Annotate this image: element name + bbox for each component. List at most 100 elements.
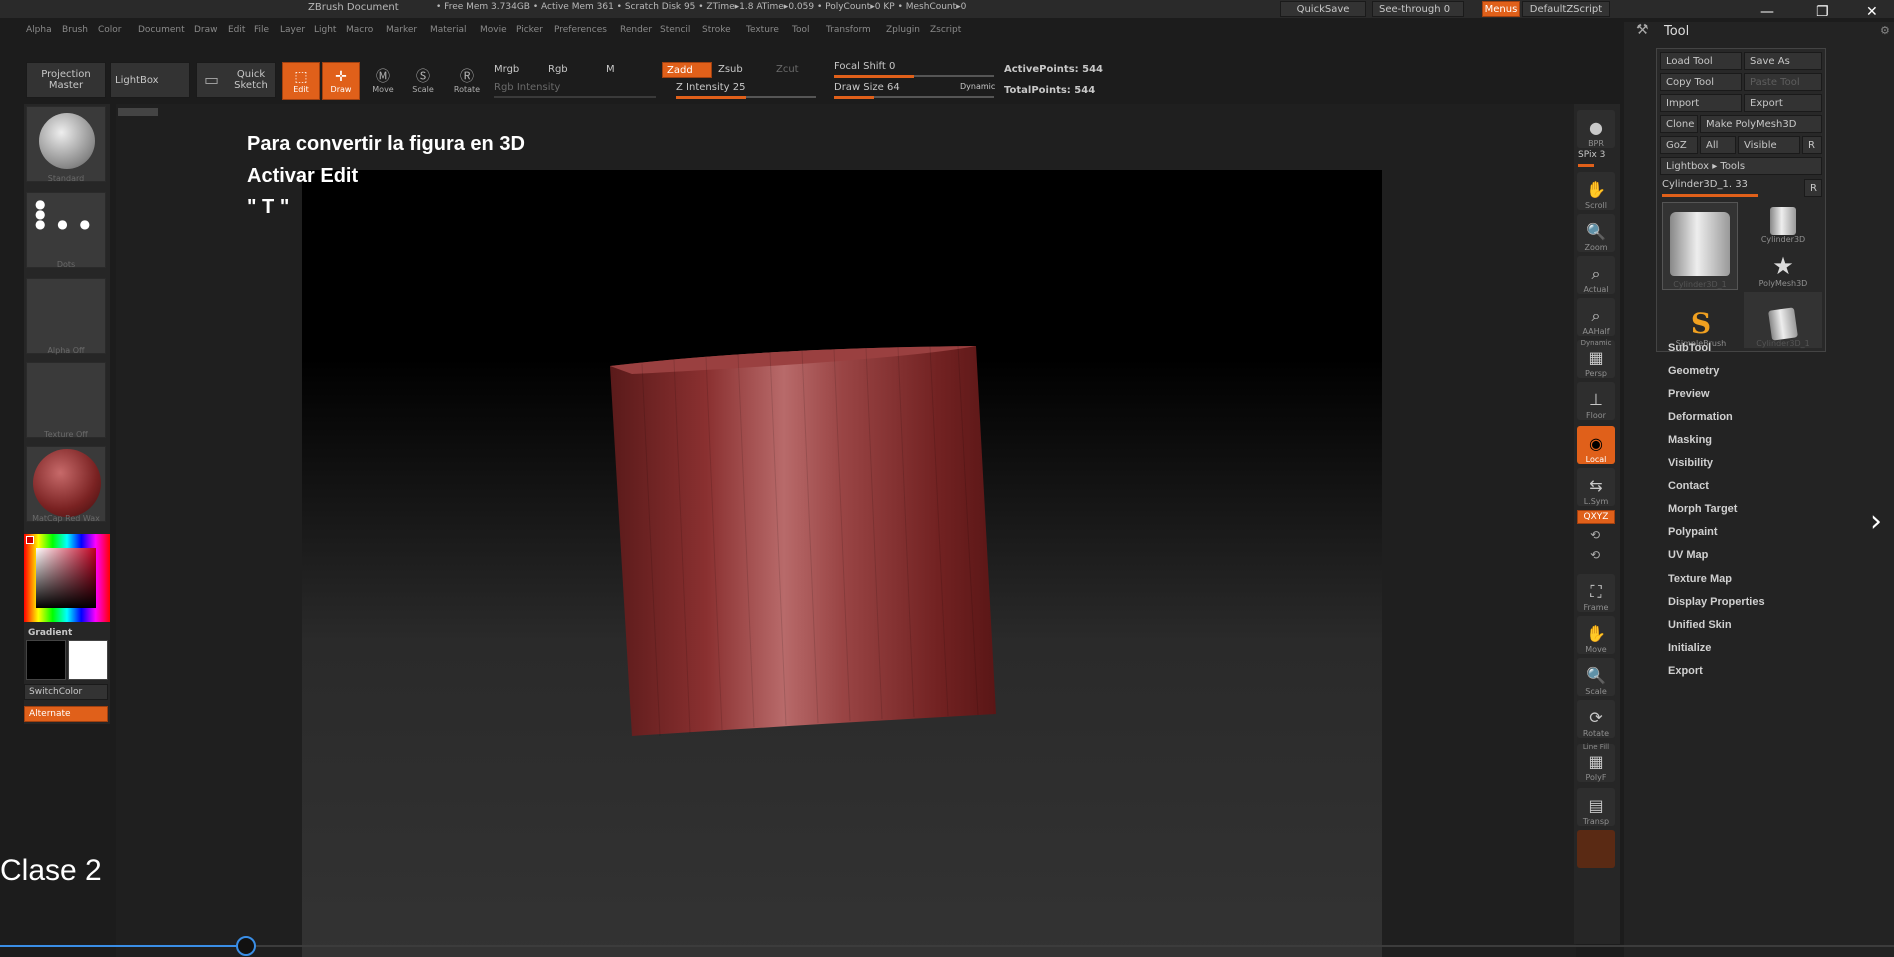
clone-button[interactable]: Clone xyxy=(1660,115,1698,133)
menu-color[interactable]: Color xyxy=(98,25,122,35)
qxyz-toggle[interactable]: QXYZ xyxy=(1577,510,1615,524)
spix-slider[interactable]: SPix 3 xyxy=(1578,150,1605,160)
section-subtool[interactable]: SubTool xyxy=(1668,342,1711,354)
focal-shift-slider[interactable]: Focal Shift 0 xyxy=(834,61,895,72)
zsub-toggle[interactable]: Zsub xyxy=(718,64,743,75)
material-thumbnail[interactable]: MatCap Red Wax xyxy=(26,446,106,523)
menu-layer[interactable]: Layer xyxy=(280,25,305,35)
menu-stencil[interactable]: Stencil xyxy=(660,25,690,35)
tool-thumb-cylinder-current[interactable]: Cylinder3D_1 xyxy=(1662,202,1738,290)
rotate-button[interactable]: Ⓡ Rotate xyxy=(448,62,486,100)
current-tool-r-button[interactable]: R xyxy=(1804,179,1822,197)
close-icon[interactable]: ✕ xyxy=(1866,4,1878,20)
projection-master-button[interactable]: Projection Master xyxy=(26,62,106,98)
menu-preferences[interactable]: Preferences xyxy=(554,25,607,35)
cylinder-3d-mesh[interactable] xyxy=(610,345,996,737)
goz-visible-button[interactable]: Visible xyxy=(1738,136,1800,154)
lightbox-button[interactable]: LightBox xyxy=(110,62,190,98)
m-toggle[interactable]: M xyxy=(606,64,615,75)
quicksave-button[interactable]: QuickSave xyxy=(1280,1,1366,17)
menu-stroke[interactable]: Stroke xyxy=(702,25,731,35)
copy-tool-button[interactable]: Copy Tool xyxy=(1660,73,1742,91)
section-geometry[interactable]: Geometry xyxy=(1668,365,1719,377)
bpr-button[interactable]: ● BPR xyxy=(1577,110,1615,148)
alpha-thumbnail[interactable]: Alpha Off xyxy=(26,278,106,355)
rotate-z-icon[interactable]: ⟲ xyxy=(1590,548,1600,562)
rgb-toggle[interactable]: Rgb xyxy=(548,64,568,75)
goz-r-button[interactable]: R xyxy=(1802,136,1822,154)
tool-thumb-cylinder3d[interactable]: Cylinder3D xyxy=(1744,202,1822,244)
rotate-view-button[interactable]: ⟳ Rotate xyxy=(1577,700,1615,738)
gradient-label[interactable]: Gradient xyxy=(28,628,72,638)
palette-settings-icon[interactable]: ⚙ xyxy=(1880,24,1890,37)
restore-icon[interactable]: ❐ xyxy=(1816,4,1829,20)
zcut-toggle[interactable]: Zcut xyxy=(776,64,799,75)
floor-button[interactable]: ⊥ Floor xyxy=(1577,382,1615,420)
import-button[interactable]: Import xyxy=(1660,94,1742,112)
section-display-properties[interactable]: Display Properties xyxy=(1668,596,1765,608)
video-progress-track[interactable] xyxy=(0,945,1894,947)
draw-size-slider[interactable]: Draw Size 64 xyxy=(834,82,900,93)
section-morph-target[interactable]: Morph Target xyxy=(1668,503,1737,515)
rotate-y-icon[interactable]: ⟲ xyxy=(1590,528,1600,542)
section-visibility[interactable]: Visibility xyxy=(1668,457,1713,469)
next-chevron-icon[interactable]: › xyxy=(1870,504,1882,539)
section-uv-map[interactable]: UV Map xyxy=(1668,549,1708,561)
section-masking[interactable]: Masking xyxy=(1668,434,1712,446)
rgb-intensity-slider[interactable]: Rgb Intensity xyxy=(494,82,560,93)
color-picker[interactable] xyxy=(24,534,110,622)
scroll-button[interactable]: ✋ Scroll xyxy=(1577,172,1615,210)
tool-thumb-cylinder-small[interactable]: Cylinder3D_1 xyxy=(1744,292,1822,348)
lsym-button[interactable]: ⇆ L.Sym xyxy=(1577,468,1615,506)
transp-button[interactable]: ▤ Transp xyxy=(1577,788,1615,826)
paste-tool-button[interactable]: Paste Tool xyxy=(1744,73,1822,91)
color-picker-square[interactable] xyxy=(36,548,96,608)
draw-button[interactable]: ✛ Draw xyxy=(322,62,360,100)
menu-render[interactable]: Render xyxy=(620,25,652,35)
viewport-canvas[interactable] xyxy=(302,170,1382,957)
section-polypaint[interactable]: Polypaint xyxy=(1668,526,1718,538)
tool-palette-title[interactable]: Tool xyxy=(1664,24,1689,39)
main-color-swatch[interactable] xyxy=(26,640,66,680)
menus-button[interactable]: Menus xyxy=(1482,1,1520,17)
menu-marker[interactable]: Marker xyxy=(386,25,417,35)
menu-alpha[interactable]: Alpha xyxy=(26,25,52,35)
switchcolor-button[interactable]: SwitchColor xyxy=(24,684,108,700)
aahalf-button[interactable]: ⌕ AAHalf xyxy=(1577,298,1615,336)
export-button[interactable]: Export xyxy=(1744,94,1822,112)
default-zscript-button[interactable]: DefaultZScript xyxy=(1522,1,1610,17)
menu-document[interactable]: Document xyxy=(138,25,185,35)
move-button[interactable]: Ⓜ Move xyxy=(364,62,402,100)
edit-button[interactable]: ⬚ Edit xyxy=(282,62,320,100)
ghost-button[interactable] xyxy=(1577,830,1615,868)
dynamic-toggle[interactable]: Dynamic xyxy=(960,82,995,91)
menu-zscript[interactable]: Zscript xyxy=(930,25,961,35)
section-initialize[interactable]: Initialize xyxy=(1668,642,1711,654)
zadd-toggle[interactable]: Zadd xyxy=(662,62,712,78)
menu-texture[interactable]: Texture xyxy=(746,25,779,35)
menu-light[interactable]: Light xyxy=(314,25,336,35)
zoom-button[interactable]: 🔍 Zoom xyxy=(1577,214,1615,252)
load-tool-button[interactable]: Load Tool xyxy=(1660,52,1742,70)
menu-transform[interactable]: Transform xyxy=(826,25,871,35)
mrgb-toggle[interactable]: Mrgb xyxy=(494,64,519,75)
menu-macro[interactable]: Macro xyxy=(346,25,373,35)
menu-zplugin[interactable]: Zplugin xyxy=(886,25,920,35)
section-unified-skin[interactable]: Unified Skin xyxy=(1668,619,1732,631)
lightbox-tools-button[interactable]: Lightbox ▸ Tools xyxy=(1660,157,1822,175)
see-through-slider[interactable]: See-through 0 xyxy=(1372,1,1464,17)
minimize-icon[interactable]: — xyxy=(1760,4,1774,20)
menu-brush[interactable]: Brush xyxy=(62,25,88,35)
alternate-button[interactable]: Alternate xyxy=(24,706,108,722)
local-button[interactable]: ◉ Local xyxy=(1577,426,1615,464)
menu-picker[interactable]: Picker xyxy=(516,25,543,35)
persp-button[interactable]: Dynamic ▦ Persp xyxy=(1577,339,1615,378)
tool-thumb-simplebrush[interactable]: S SimpleBrush xyxy=(1662,292,1740,349)
menu-draw[interactable]: Draw xyxy=(194,25,218,35)
document-scroll-handle[interactable] xyxy=(118,108,158,116)
scale-button[interactable]: Ⓢ Scale xyxy=(404,62,442,100)
z-intensity-slider[interactable]: Z Intensity 25 xyxy=(676,82,745,93)
section-preview[interactable]: Preview xyxy=(1668,388,1710,400)
section-export[interactable]: Export xyxy=(1668,665,1703,677)
menu-edit[interactable]: Edit xyxy=(228,25,245,35)
